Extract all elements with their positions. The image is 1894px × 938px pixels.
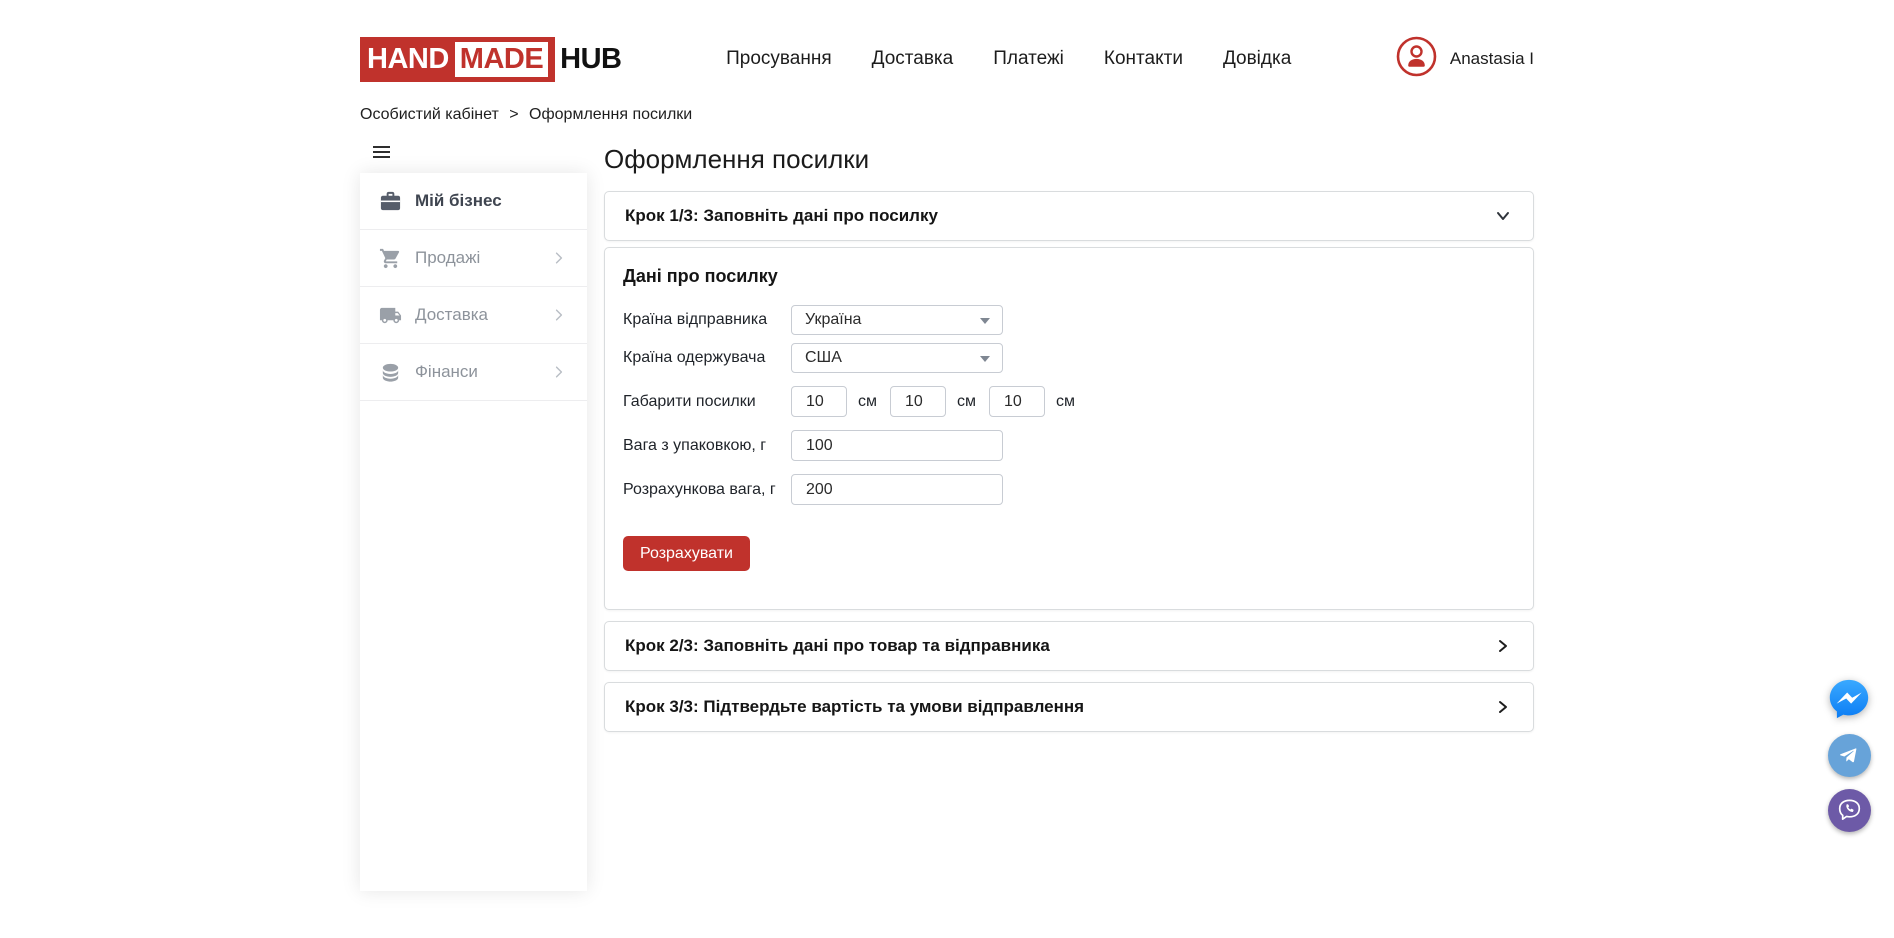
messenger-icon[interactable] bbox=[1826, 676, 1872, 722]
logo-red-box: HAND MADE bbox=[360, 37, 555, 82]
viber-icon[interactable] bbox=[1828, 789, 1871, 832]
cart-icon bbox=[379, 247, 402, 270]
estimated-weight-label: Розрахункова вага, г bbox=[623, 481, 791, 499]
breadcrumb-separator: > bbox=[509, 106, 518, 123]
sender-country-value: Україна bbox=[805, 311, 861, 329]
sidebar-item-label: Продажі bbox=[415, 248, 551, 268]
accordion-step3-header[interactable]: Крок 3/3: Підтвердьте вартість та умови … bbox=[605, 683, 1533, 731]
chevron-right-icon bbox=[551, 364, 567, 380]
caret-down-icon bbox=[980, 318, 990, 324]
logo-white-box: MADE bbox=[455, 42, 548, 77]
brand-logo[interactable]: HAND MADE HUB bbox=[360, 37, 622, 82]
logo-text-made: MADE bbox=[460, 43, 543, 76]
breadcrumb-current: Оформлення посилки bbox=[529, 106, 692, 123]
unit-cm-label: см bbox=[957, 393, 976, 411]
weight-with-package-label: Вага з упаковкою, г bbox=[623, 437, 791, 455]
nav-item-payments[interactable]: Платежі bbox=[993, 48, 1064, 70]
accordion-step1-header-card: Крок 1/3: Заповніть дані про посилку bbox=[604, 191, 1534, 241]
sidebar-item-label: Фінанси bbox=[415, 362, 551, 382]
step1-body-panel: Дані про посилку Країна відправника Укра… bbox=[604, 247, 1534, 610]
truck-icon bbox=[379, 304, 402, 327]
social-buttons bbox=[1826, 676, 1872, 832]
sender-country-label: Країна відправника bbox=[623, 311, 791, 329]
person-icon bbox=[1396, 36, 1437, 82]
chevron-right-icon[interactable] bbox=[1493, 636, 1513, 656]
sidebar-item-sales[interactable]: Продажі bbox=[360, 230, 587, 287]
sidebar-item-shipping[interactable]: Доставка bbox=[360, 287, 587, 344]
coins-icon bbox=[379, 361, 402, 384]
logo-text-hub: HUB bbox=[560, 43, 621, 76]
accordion-step1-title: Крок 1/3: Заповніть дані про посилку bbox=[625, 206, 938, 226]
chevron-down-icon[interactable] bbox=[1493, 206, 1513, 226]
sidebar-item-label: Мій бізнес bbox=[415, 191, 567, 211]
accordion-step2-header[interactable]: Крок 2/3: Заповніть дані про товар та ві… bbox=[605, 622, 1533, 670]
accordion-step1-header[interactable]: Крок 1/3: Заповніть дані про посилку bbox=[605, 192, 1533, 240]
nav-item-help[interactable]: Довідка bbox=[1223, 48, 1291, 70]
recipient-country-value: США bbox=[805, 349, 842, 367]
briefcase-icon bbox=[379, 190, 402, 213]
parcel-data-section-title: Дані про посилку bbox=[623, 266, 1513, 287]
telegram-icon[interactable] bbox=[1828, 734, 1871, 777]
main-nav: Просування Доставка Платежі Контакти Дов… bbox=[622, 48, 1396, 70]
nav-item-contacts[interactable]: Контакти bbox=[1104, 48, 1183, 70]
page-title: Оформлення посилки bbox=[604, 144, 1534, 175]
dimension-height-input[interactable] bbox=[989, 386, 1045, 417]
accordion-step2-header-card: Крок 2/3: Заповніть дані про товар та ві… bbox=[604, 621, 1534, 671]
estimated-weight-input[interactable] bbox=[791, 474, 1003, 505]
breadcrumb: Особистий кабінет > Оформлення посилки bbox=[360, 106, 1534, 124]
accordion-step3-title: Крок 3/3: Підтвердьте вартість та умови … bbox=[625, 697, 1084, 717]
recipient-country-label: Країна одержувача bbox=[623, 349, 791, 367]
chevron-right-icon bbox=[551, 250, 567, 266]
calculate-button[interactable]: Розрахувати bbox=[623, 536, 750, 571]
unit-cm-label: см bbox=[858, 393, 877, 411]
weight-with-package-input[interactable] bbox=[791, 430, 1003, 461]
unit-cm-label: см bbox=[1056, 393, 1075, 411]
breadcrumb-home[interactable]: Особистий кабінет bbox=[360, 106, 499, 123]
hamburger-icon[interactable] bbox=[373, 146, 390, 158]
header: HAND MADE HUB Просування Доставка Платеж… bbox=[0, 0, 1894, 82]
sidebar-item-my-business[interactable]: Мій бізнес bbox=[360, 173, 587, 230]
user-name: Anastasia I bbox=[1450, 49, 1534, 69]
sidebar: Мій бізнес Продажі Доставка bbox=[360, 173, 587, 891]
chevron-right-icon bbox=[551, 307, 567, 323]
sidebar-item-label: Доставка bbox=[415, 305, 551, 325]
caret-down-icon bbox=[980, 356, 990, 362]
sidebar-item-finance[interactable]: Фінанси bbox=[360, 344, 587, 401]
dimensions-label: Габарити посилки bbox=[623, 393, 791, 411]
nav-item-promotion[interactable]: Просування bbox=[726, 48, 832, 70]
chevron-right-icon[interactable] bbox=[1493, 697, 1513, 717]
sender-country-select[interactable]: Україна bbox=[791, 305, 1003, 335]
dimension-length-input[interactable] bbox=[791, 386, 847, 417]
nav-item-delivery[interactable]: Доставка bbox=[872, 48, 954, 70]
user-menu[interactable]: Anastasia I bbox=[1396, 36, 1534, 82]
recipient-country-select[interactable]: США bbox=[791, 343, 1003, 373]
logo-text-hand: HAND bbox=[367, 43, 449, 76]
accordion-step2-title: Крок 2/3: Заповніть дані про товар та ві… bbox=[625, 636, 1050, 656]
dimension-width-input[interactable] bbox=[890, 386, 946, 417]
accordion-step3-header-card: Крок 3/3: Підтвердьте вартість та умови … bbox=[604, 682, 1534, 732]
